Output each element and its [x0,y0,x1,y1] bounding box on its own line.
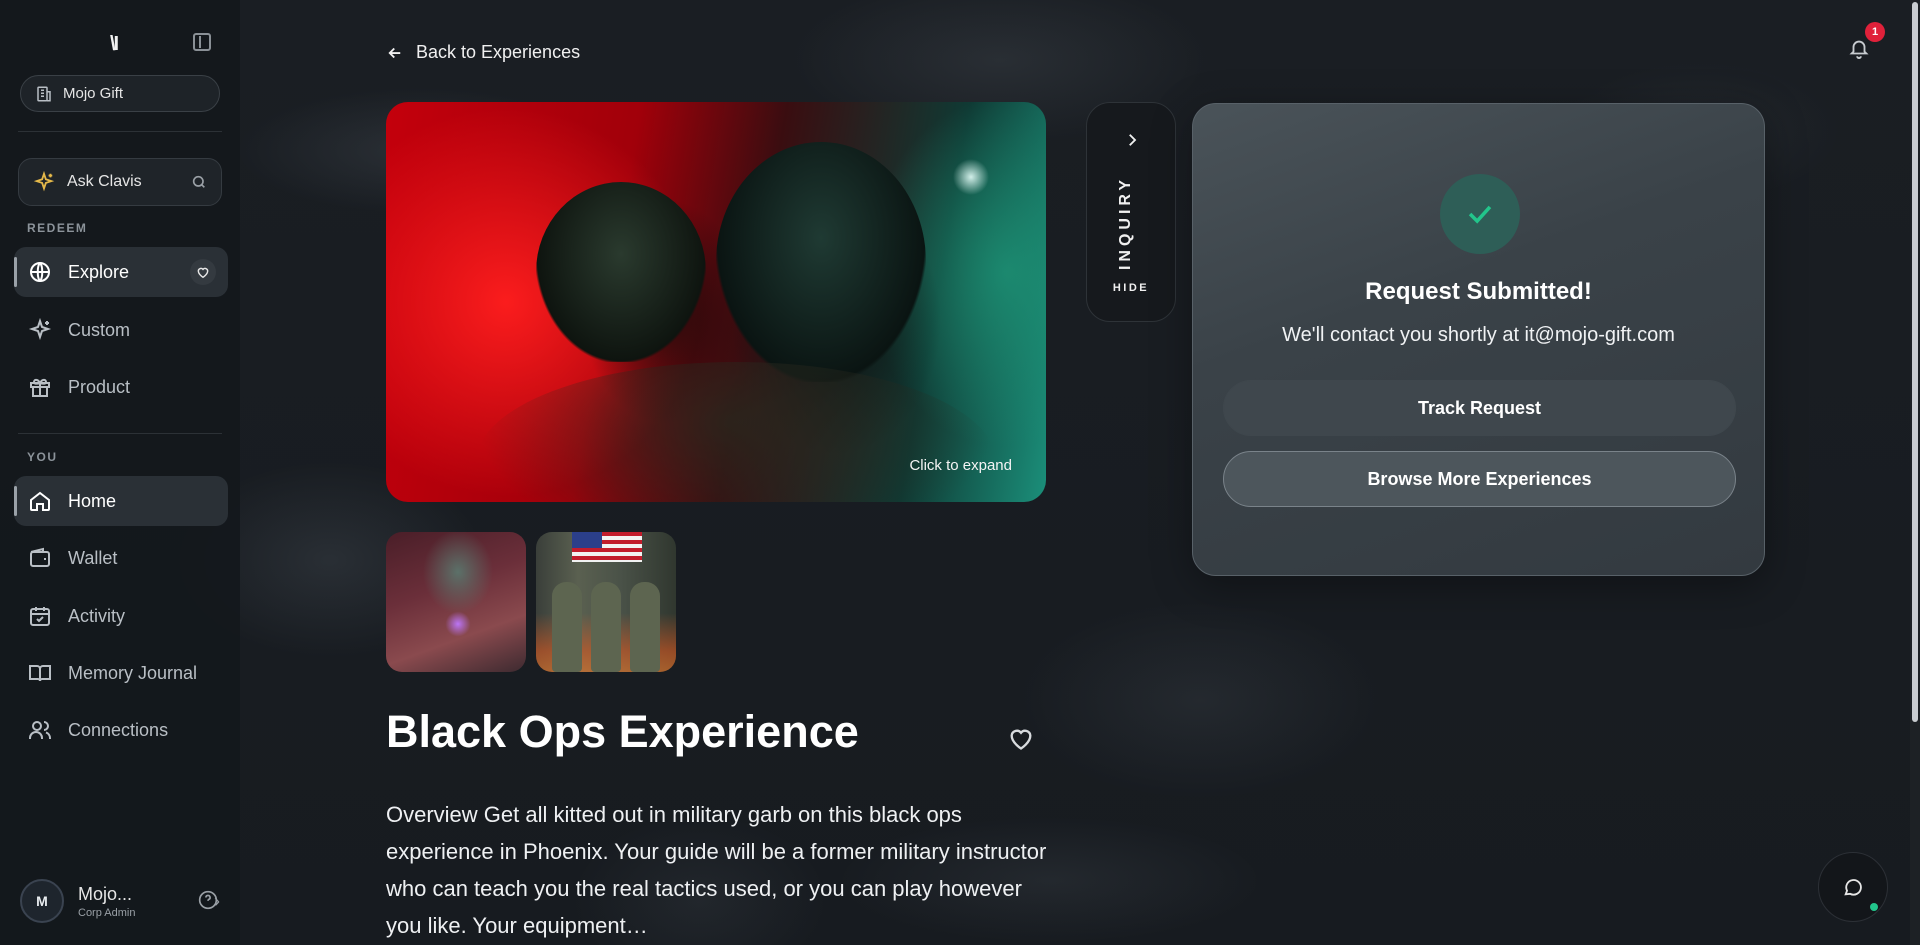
wallet-icon [28,546,52,570]
sidebar-collapse-icon[interactable] [193,33,211,51]
inquiry-label: INQUIRY [1117,175,1134,271]
sparkles-icon [33,171,55,192]
chevron-right-icon [1129,134,1137,146]
notification-count-badge: 1 [1865,22,1885,42]
sidebar-item-activity[interactable]: Activity [14,591,228,641]
search-icon[interactable] [191,174,207,190]
users-icon [28,718,52,742]
notification-bell-icon[interactable] [1848,36,1870,60]
section-label-you: YOU [27,450,58,464]
gallery-thumbnail[interactable] [386,532,526,672]
sparkles-icon [28,318,52,342]
sidebar-item-label: Explore [68,261,130,282]
sidebar-item-home[interactable]: Home [14,476,228,526]
divider [18,433,222,434]
globe-icon [28,260,52,284]
arrow-left-icon [388,47,401,58]
online-status-dot [1870,903,1878,911]
help-icon[interactable] [198,890,218,910]
hero-image[interactable]: Click to expand [386,102,1046,502]
experience-description: Overview Get all kitted out in military … [386,802,1047,938]
divider [18,131,222,132]
sidebar-item-label: Activity [68,605,126,626]
thumbnail-figure [591,582,621,672]
thumbnail-figure [552,582,582,672]
browse-more-experiences-button[interactable]: Browse More Experiences [1223,451,1736,507]
sidebar: \I Mojo Gift Ask Clavis REDEEM Explore C… [0,0,240,945]
ask-clavis-input[interactable]: Ask Clavis [18,158,222,206]
hero-figure [536,182,706,362]
success-check-icon [1440,174,1520,254]
org-name: Mojo Gift [63,85,124,102]
sidebar-item-label: Memory Journal [68,662,198,683]
back-to-experiences-link[interactable]: Back to Experiences [386,42,580,63]
sidebar-item-memory-journal[interactable]: Memory Journal [14,648,228,698]
confirmation-title: Request Submitted! [1365,278,1592,305]
chat-button[interactable] [1818,852,1888,922]
user-profile[interactable]: M Mojo... Corp Admin › [20,878,220,924]
sidebar-item-wallet[interactable]: Wallet [14,533,228,583]
calendar-check-icon [28,604,52,628]
hide-inquiry-button[interactable]: HIDE [1086,282,1176,294]
sidebar-item-product[interactable]: Product [14,362,228,412]
sidebar-item-custom[interactable]: Custom [14,305,228,355]
back-link-label: Back to Experiences [416,42,581,62]
scrollbar-thumb[interactable] [1912,2,1918,722]
wishlist-heart-icon[interactable] [190,259,216,285]
sidebar-item-label: Home [68,490,117,511]
thumbnail-figure [630,582,660,672]
building-icon [37,86,51,101]
sidebar-item-label: Wallet [68,547,118,568]
sidebar-item-label: Product [68,376,131,397]
ask-clavis-label: Ask Clavis [67,173,142,190]
experience-title: Black Ops Experience [386,706,859,757]
hero-figure [476,362,996,502]
sidebar-item-explore[interactable]: Explore [14,247,228,297]
section-label-redeem: REDEEM [27,221,88,235]
sidebar-item-label: Connections [68,719,169,740]
hero-figure [716,142,926,382]
org-switcher[interactable]: Mojo Gift [20,75,220,112]
sidebar-item-label: Custom [68,319,131,340]
gallery-thumbnail[interactable] [536,532,676,672]
user-role: Corp Admin [78,906,136,919]
avatar: M [20,879,64,923]
track-request-button[interactable]: Track Request [1223,380,1736,436]
favorite-heart-icon[interactable] [1006,724,1036,752]
app-logo[interactable]: \I [110,33,119,56]
click-to-expand-hint: Click to expand [909,457,1012,474]
user-name: Mojo... [78,883,133,904]
chat-bubble-icon [1844,879,1862,896]
book-icon [28,661,52,685]
gift-icon [28,375,52,399]
flag-image [572,532,642,562]
confirmation-message: We'll contact you shortly at it@mojo-gif… [1282,324,1675,346]
request-confirmation-card: Request Submitted! We'll contact you sho… [1192,103,1765,576]
home-icon [28,489,52,513]
sidebar-item-connections[interactable]: Connections [14,705,228,755]
